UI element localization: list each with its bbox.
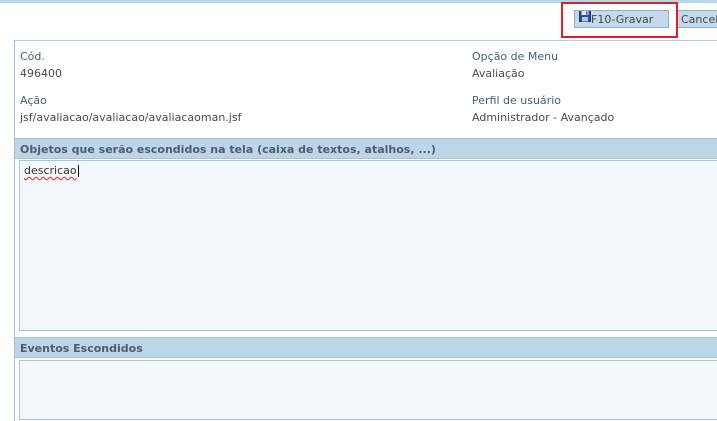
save-button[interactable]: F10-Gravar (574, 10, 669, 28)
toolbar: F10-Gravar Cancelar (0, 10, 717, 30)
opcao-menu-value: Avaliação (472, 67, 525, 80)
objetos-textarea[interactable]: descricao (19, 160, 717, 331)
text-caret (77, 165, 79, 177)
save-button-label: F10-Gravar (591, 13, 654, 26)
acao-value: jsf/avaliacao/avaliacao/avaliacaoman.jsf (20, 111, 242, 124)
cancel-button[interactable]: Cancelar (676, 10, 717, 28)
acao-label: Ação (20, 94, 47, 107)
cancel-button-label: Cancelar (681, 13, 717, 26)
top-border (0, 0, 717, 3)
objetos-section-header: Objetos que serão escondidos na tela (ca… (15, 138, 717, 159)
objetos-text: descricao (24, 164, 77, 177)
perfil-usuario-label: Perfil de usuário (472, 94, 561, 107)
opcao-menu-label: Opção de Menu (472, 50, 559, 63)
floppy-disk-icon (579, 11, 591, 27)
cod-value: 496400 (20, 67, 62, 80)
perfil-usuario-value: Administrador - Avançado (472, 111, 615, 124)
eventos-textarea[interactable] (19, 360, 717, 420)
eventos-section-header: Eventos Escondidos (15, 337, 717, 358)
cod-label: Cód. (20, 50, 45, 63)
